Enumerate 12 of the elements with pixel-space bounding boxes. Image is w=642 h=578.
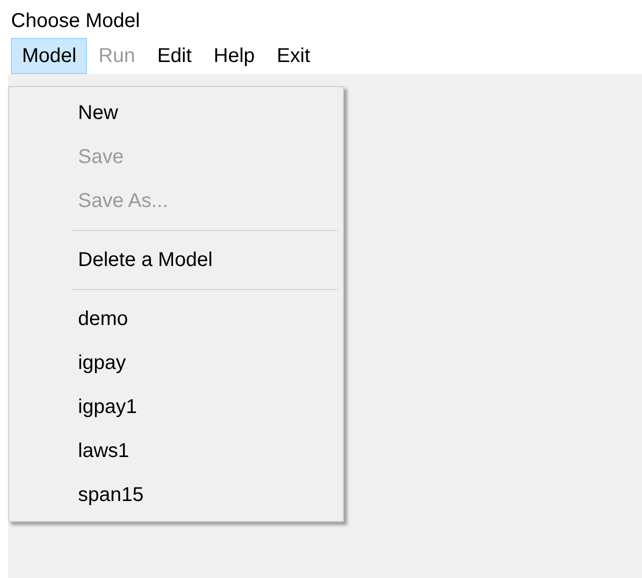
menu-option[interactable]: demo xyxy=(9,297,343,341)
menu-option[interactable]: igpay xyxy=(9,341,343,385)
window-title: Choose Model xyxy=(10,9,140,34)
menu-option[interactable]: New xyxy=(9,91,343,135)
menu-item[interactable]: Exit xyxy=(266,38,322,74)
menu-option[interactable]: span15 xyxy=(9,473,343,517)
menu-item[interactable]: Edit xyxy=(146,38,203,74)
menu-option[interactable]: laws1 xyxy=(9,429,343,473)
menu-option[interactable]: igpay1 xyxy=(9,385,343,429)
menu-option[interactable]: Delete a Model xyxy=(9,238,343,282)
menu-item[interactable]: Help xyxy=(202,38,266,74)
menu-item[interactable]: Model xyxy=(11,38,88,74)
